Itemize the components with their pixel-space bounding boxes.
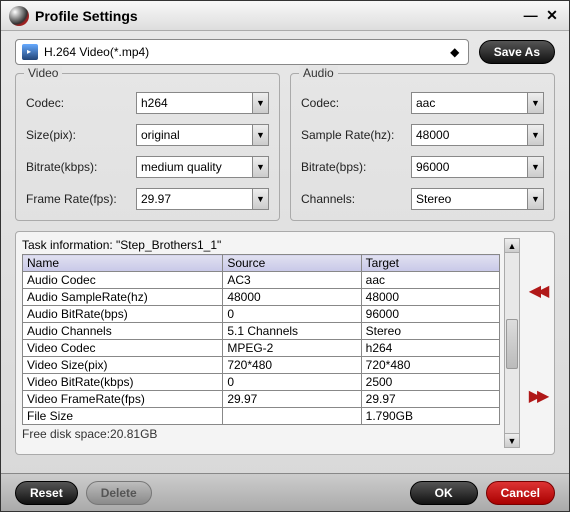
cell-source: 720*480 <box>223 357 361 374</box>
table-row[interactable]: Audio Channels5.1 ChannelsStereo <box>23 323 500 340</box>
bottom-bar: Reset Delete OK Cancel <box>1 473 569 511</box>
video-bitrate-label: Bitrate(kbps): <box>26 160 136 174</box>
video-codec-select[interactable]: h264▼ <box>136 92 269 114</box>
scrollbar[interactable]: ▲ ▼ <box>504 238 520 448</box>
cell-name: Video BitRate(kbps) <box>23 374 223 391</box>
audio-bitrate-select[interactable]: 96000▼ <box>411 156 544 178</box>
video-size-label: Size(pix): <box>26 128 136 142</box>
minimize-button[interactable]: — <box>522 7 540 25</box>
mp4-icon <box>22 44 38 60</box>
cell-target: 1.790GB <box>361 408 499 425</box>
next-task-button[interactable]: ▶▶ <box>529 386 546 406</box>
table-row[interactable]: Video Size(pix)720*480720*480 <box>23 357 500 374</box>
cell-name: Audio Codec <box>23 272 223 289</box>
cell-source <box>223 408 361 425</box>
audio-channels-label: Channels: <box>301 192 411 206</box>
cell-source: MPEG-2 <box>223 340 361 357</box>
window-title: Profile Settings <box>35 8 522 24</box>
cell-source: 0 <box>223 306 361 323</box>
chevron-down-icon[interactable]: ▼ <box>252 93 268 113</box>
title-bar: Profile Settings — ✕ <box>1 1 569 31</box>
audio-legend: Audio <box>299 66 338 80</box>
close-button[interactable]: ✕ <box>543 7 561 25</box>
chevron-down-icon[interactable]: ▼ <box>527 157 543 177</box>
audio-codec-label: Codec: <box>301 96 411 110</box>
cell-name: Video Codec <box>23 340 223 357</box>
video-panel: Video Codec: h264▼ Size(pix): original▼ … <box>15 73 280 221</box>
audio-panel: Audio Codec: aac▼ Sample Rate(hz): 48000… <box>290 73 555 221</box>
video-framerate-select[interactable]: 29.97▼ <box>136 188 269 210</box>
chevron-down-icon[interactable]: ▼ <box>527 93 543 113</box>
ok-button[interactable]: OK <box>410 481 478 505</box>
cell-source: 5.1 Channels <box>223 323 361 340</box>
prev-task-button[interactable]: ◀◀ <box>529 281 546 301</box>
cell-name: Audio BitRate(bps) <box>23 306 223 323</box>
cell-target: 2500 <box>361 374 499 391</box>
cell-name: Video FrameRate(fps) <box>23 391 223 408</box>
cell-source: 29.97 <box>223 391 361 408</box>
video-legend: Video <box>24 66 62 80</box>
audio-bitrate-label: Bitrate(bps): <box>301 160 411 174</box>
audio-channels-select[interactable]: Stereo▼ <box>411 188 544 210</box>
cell-name: File Size <box>23 408 223 425</box>
scroll-up-button[interactable]: ▲ <box>505 239 519 253</box>
chevron-down-icon[interactable]: ▼ <box>252 189 268 209</box>
table-row[interactable]: File Size 1.790GB <box>23 408 500 425</box>
task-info-label: Task information: "Step_Brothers1_1" <box>22 238 500 252</box>
audio-codec-select[interactable]: aac▼ <box>411 92 544 114</box>
task-info-table: Name Source Target Audio CodecAC3aacAudi… <box>22 254 500 425</box>
audio-samplerate-label: Sample Rate(hz): <box>301 128 411 142</box>
cell-target: 96000 <box>361 306 499 323</box>
profile-select[interactable]: H.264 Video(*.mp4) ◆ <box>15 39 469 65</box>
cell-target: Stereo <box>361 323 499 340</box>
table-row[interactable]: Audio BitRate(bps)096000 <box>23 306 500 323</box>
table-row[interactable]: Video CodecMPEG-2h264 <box>23 340 500 357</box>
dropdown-icon[interactable]: ◆ <box>446 45 464 59</box>
chevron-down-icon[interactable]: ▼ <box>527 125 543 145</box>
delete-button[interactable]: Delete <box>86 481 152 505</box>
reset-button[interactable]: Reset <box>15 481 78 505</box>
cell-target: aac <box>361 272 499 289</box>
table-row[interactable]: Video FrameRate(fps)29.9729.97 <box>23 391 500 408</box>
video-size-select[interactable]: original▼ <box>136 124 269 146</box>
scroll-thumb[interactable] <box>506 319 518 369</box>
cell-source: 48000 <box>223 289 361 306</box>
cell-name: Video Size(pix) <box>23 357 223 374</box>
cancel-button[interactable]: Cancel <box>486 481 555 505</box>
table-row[interactable]: Video BitRate(kbps)02500 <box>23 374 500 391</box>
profile-select-label: H.264 Video(*.mp4) <box>44 45 446 59</box>
cell-source: 0 <box>223 374 361 391</box>
chevron-down-icon[interactable]: ▼ <box>527 189 543 209</box>
cell-target: h264 <box>361 340 499 357</box>
chevron-down-icon[interactable]: ▼ <box>252 125 268 145</box>
video-codec-label: Codec: <box>26 96 136 110</box>
task-info-panel: Task information: "Step_Brothers1_1" Nam… <box>15 231 555 455</box>
save-as-button[interactable]: Save As <box>479 40 555 64</box>
cell-name: Audio SampleRate(hz) <box>23 289 223 306</box>
chevron-down-icon[interactable]: ▼ <box>252 157 268 177</box>
col-name[interactable]: Name <box>23 255 223 272</box>
profile-settings-window: Profile Settings — ✕ H.264 Video(*.mp4) … <box>0 0 570 512</box>
cell-name: Audio Channels <box>23 323 223 340</box>
cell-target: 48000 <box>361 289 499 306</box>
audio-samplerate-select[interactable]: 48000▼ <box>411 124 544 146</box>
table-row[interactable]: Audio SampleRate(hz)4800048000 <box>23 289 500 306</box>
cell-target: 720*480 <box>361 357 499 374</box>
table-row[interactable]: Audio CodecAC3aac <box>23 272 500 289</box>
col-source[interactable]: Source <box>223 255 361 272</box>
video-bitrate-select[interactable]: medium quality▼ <box>136 156 269 178</box>
video-framerate-label: Frame Rate(fps): <box>26 192 136 206</box>
app-icon <box>9 6 29 26</box>
col-target[interactable]: Target <box>361 255 499 272</box>
cell-target: 29.97 <box>361 391 499 408</box>
cell-source: AC3 <box>223 272 361 289</box>
scroll-down-button[interactable]: ▼ <box>505 433 519 447</box>
free-disk-label: Free disk space:20.81GB <box>22 427 500 441</box>
